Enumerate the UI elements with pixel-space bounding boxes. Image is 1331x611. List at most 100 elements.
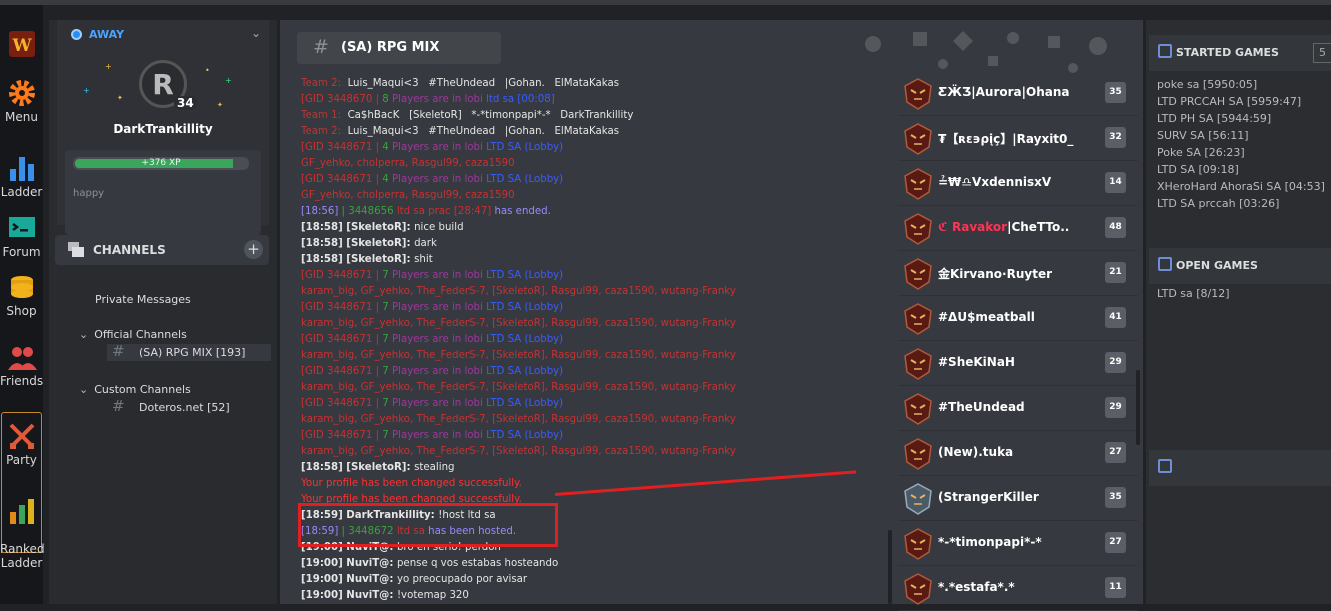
game-item[interactable]: LTD SA [09:18]	[1157, 161, 1325, 178]
user-row[interactable]: ℭ Ravakor|CheTTo.. 48	[898, 207, 1138, 251]
chat-segment: Ca$hBacK [SkeletoR] *-*timonpapi*-* Dark…	[347, 110, 634, 121]
user-level-badge: 29	[1105, 352, 1126, 373]
rail-ranked-ladder[interactable]: Ranked Ladder	[0, 482, 45, 570]
chat-segment: LTD SA (Lobby)	[486, 302, 564, 313]
chat-segment: 7	[382, 366, 392, 377]
profile-motto[interactable]: happy	[73, 188, 104, 199]
rail-party[interactable]: Party	[0, 421, 43, 467]
private-messages-item[interactable]: Private Messages	[95, 293, 191, 306]
rail-friends[interactable]: Friends	[0, 342, 43, 388]
user-row[interactable]: *.*estafa*.* 11	[898, 567, 1138, 611]
started-games-header: STARTED GAMES 5	[1149, 35, 1331, 71]
chat-segment: ltd sa prac [28:47]	[396, 206, 495, 217]
user-row[interactable]: ≟₩♎VxdennisxV 14	[898, 162, 1138, 206]
xp-box: +376 XP happy	[65, 150, 261, 235]
chat-segment: 7	[382, 302, 392, 313]
user-avatar-icon	[904, 573, 932, 605]
game-item[interactable]: poke sa [5950:05]	[1157, 76, 1325, 93]
user-list[interactable]: ƸӜƷ|Aurora|Ohana 35 ₮【ʀɛ϶ρįç】|Rayxit0_ 32 ≟₩…	[898, 72, 1138, 611]
chat-line: [19:00] NuviT@: pense q vos estabas host…	[301, 556, 891, 572]
user-name: *.*estafa*.*	[938, 580, 1015, 594]
game-item[interactable]: LTD SA prccah [03:26]	[1157, 195, 1325, 212]
chat-line: Team 2: Luis_Maqui<3 #TheUndead |Gohan. …	[301, 76, 891, 92]
official-channels-label: Official Channels	[94, 328, 187, 341]
rail-shop[interactable]: Shop	[0, 272, 43, 318]
status-label: AWAY	[89, 28, 125, 41]
user-name: ₮【ʀɛ϶ρįç】|Rayxit0_	[938, 132, 1074, 146]
user-row[interactable]: 金Kirvano·Ruyter 21	[898, 252, 1138, 296]
chat-line: GF_yehko, cholperra, Rasgul99, caza1590	[301, 188, 891, 204]
chat-line: [18:58] [SkeletoR]: shit	[301, 252, 891, 268]
channel-item-doteros[interactable]: # Doteros.net [52]	[107, 397, 271, 416]
game-item[interactable]: LTD PRCCAH SA [5959:47]	[1157, 93, 1325, 110]
game-logo-icon[interactable]: W	[0, 29, 43, 61]
user-level-badge: 29	[1105, 397, 1126, 418]
user-row[interactable]: #TheUndead 29	[898, 387, 1138, 431]
game-item[interactable]: XHeroHard AhoraSi SA [04:53]	[1157, 178, 1325, 195]
chat-segment: [19:00] NuviT@:	[301, 590, 397, 601]
user-row[interactable]: #ΔU$meatball 41	[898, 297, 1138, 341]
official-channels-group[interactable]: ⌄ Official Channels	[79, 328, 187, 341]
user-name: *-*timonpapi*-*	[938, 535, 1042, 549]
hash-icon: #	[112, 342, 125, 360]
user-row[interactable]: *-*timonpapi*-* 27	[898, 522, 1138, 566]
left-panel: AWAY ⌄ + + • + ✦ ✦ R 34 DarkTrankillity …	[49, 20, 277, 604]
status-dot-icon	[71, 29, 82, 40]
bar-chart-icon	[7, 153, 37, 183]
chat-segment: Players are in lobi	[391, 270, 487, 281]
hash-icon: #	[313, 36, 329, 58]
panel-toggle-button[interactable]: 5	[1313, 43, 1331, 63]
chat-segment: [GID 3448671 |	[301, 430, 383, 441]
channel-header: # (SA) RPG MIX	[297, 32, 501, 64]
chat-line: [19:00] NuviT@: yo preocupado por avisar	[301, 572, 891, 588]
user-level-badge: 48	[1105, 217, 1126, 238]
user-avatar-icon	[904, 528, 932, 560]
chat-line: [19:00] NuviT@: !votemap 320	[301, 588, 891, 604]
add-channel-button[interactable]: +	[244, 240, 263, 259]
user-name-suffix: |CheTTo..	[1007, 220, 1070, 234]
custom-channels-group[interactable]: ⌄ Custom Channels	[79, 383, 191, 396]
game-item[interactable]: LTD sa [8/12]	[1157, 285, 1230, 302]
rail-menu[interactable]: Menu	[0, 78, 43, 124]
game-item[interactable]: Poke SA [26:23]	[1157, 144, 1325, 161]
user-row[interactable]: (New).tuka 27	[898, 432, 1138, 476]
channel-item-rpg-mix[interactable]: # (SA) RPG MIX [193]	[107, 342, 271, 361]
user-avatar-icon	[904, 213, 932, 245]
started-games-title: STARTED GAMES	[1176, 46, 1279, 59]
game-item[interactable]: LTD PH SA [5944:59]	[1157, 110, 1325, 127]
chat-segment: karam_big, GF_yehko, The_FederS-7, [Skel…	[301, 414, 736, 425]
chat-line: [GID 3448671 | 7 Players are in lobi LTD…	[301, 268, 891, 284]
crossed-swords-icon	[7, 421, 37, 451]
chat-segment: [GID 3448671 |	[301, 302, 383, 313]
chat-segment: LTD SA (Lobby)	[486, 398, 564, 409]
rail-forum[interactable]: Forum	[0, 213, 43, 259]
chat-scrollbar[interactable]	[888, 530, 892, 604]
user-row[interactable]: (StrangerKiller 35	[898, 477, 1138, 521]
game-item[interactable]: SURV SA [56:11]	[1157, 127, 1325, 144]
edit-icon[interactable]	[1158, 459, 1172, 473]
user-level-badge: 27	[1105, 442, 1126, 463]
user-row[interactable]: ₮【ʀɛ϶ρįç】|Rayxit0_ 32	[898, 117, 1138, 161]
user-row[interactable]: ƸӜƷ|Aurora|Ohana 35	[898, 72, 1138, 116]
userlist-scrollbar[interactable]	[1136, 370, 1140, 445]
user-avatar-icon	[904, 123, 932, 155]
user-level-badge: 21	[1105, 262, 1126, 283]
chat-segment: [18:58] [SkeletoR]:	[301, 254, 415, 265]
status-selector[interactable]: AWAY	[71, 28, 124, 41]
chat-segment: | 3448656	[341, 206, 397, 217]
chat-segment: Team 2:	[301, 78, 348, 89]
chevron-down-icon: ⌄	[79, 328, 89, 341]
xp-label: +376 XP	[141, 158, 181, 168]
chevron-down-icon[interactable]: ⌄	[251, 26, 261, 40]
chat-segment: 4	[382, 174, 392, 185]
chat-segment: [GID 3448671 |	[301, 398, 383, 409]
user-row[interactable]: #SheKiNaH 29	[898, 342, 1138, 386]
chat-segment: [18:58] [SkeletoR]:	[301, 462, 415, 473]
channel-item-label: Doteros.net [52]	[139, 401, 230, 414]
chat-segment: LTD SA (Lobby)	[486, 270, 564, 281]
rail-ladder[interactable]: Ladder	[0, 153, 43, 199]
chat-segment: Players are in lobi	[391, 366, 487, 377]
chat-segment: LTD SA (Lobby)	[486, 174, 564, 185]
chat-segment: [18:58] [SkeletoR]:	[301, 222, 415, 233]
chat-segment: 8	[382, 94, 392, 105]
